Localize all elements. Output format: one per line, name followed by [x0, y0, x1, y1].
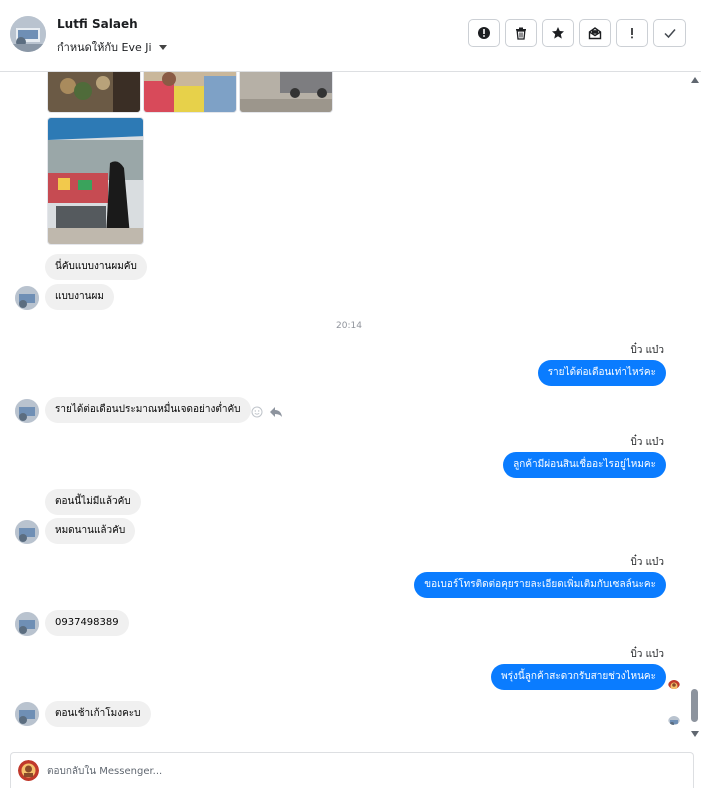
- incoming-message[interactable]: แบบงานผม: [45, 284, 114, 310]
- alert-circle-icon: [478, 27, 490, 39]
- check-icon: [663, 29, 676, 39]
- message-thread: นี่คับแบบงานผมคับ แบบงานผม 20:14 บิ๋ว แบ…: [0, 72, 701, 748]
- chevron-down-icon: [158, 44, 167, 50]
- shared-photo[interactable]: [47, 72, 141, 113]
- mark-spam-button[interactable]: [468, 19, 500, 47]
- shared-photo[interactable]: [47, 117, 144, 245]
- trash-icon: [516, 27, 526, 40]
- scroll-up-arrow-icon[interactable]: [691, 77, 699, 83]
- outgoing-message[interactable]: ลูกค้ามีผ่อนสินเชื่ออะไรอยู่ไหมคะ: [503, 452, 666, 478]
- thread-scrollbar[interactable]: [688, 72, 701, 748]
- scroll-thumb[interactable]: [691, 689, 698, 722]
- sender-avatar: [15, 286, 39, 310]
- sender-name: บิ๋ว แบ๋ว: [630, 557, 664, 568]
- sender-avatar: [15, 702, 39, 726]
- seen-avatar: [668, 713, 680, 725]
- sender-name: บิ๋ว แบ๋ว: [630, 345, 664, 356]
- scroll-down-arrow-icon[interactable]: [691, 731, 699, 737]
- incoming-message[interactable]: นี่คับแบบงานผมคับ: [45, 254, 147, 280]
- star-icon: [552, 27, 564, 39]
- conversation-toolbar: [468, 19, 686, 47]
- shared-photo[interactable]: [143, 72, 237, 113]
- seen-avatar: [668, 677, 680, 689]
- reply-composer: [10, 752, 694, 788]
- incoming-message[interactable]: รายได้ต่อเดือนประมาณหมื่นเจดอย่างต่ำคับ: [45, 397, 251, 423]
- assign-dropdown[interactable]: กำหนดให้กับ Eve Ji: [57, 38, 167, 56]
- outgoing-message[interactable]: รายได้ต่อเดือนเท่าไหร่คะ: [537, 360, 666, 386]
- exclamation-icon: [631, 28, 633, 39]
- sender-avatar: [15, 612, 39, 636]
- reply-icon[interactable]: [269, 406, 283, 418]
- incoming-message[interactable]: หมดนานแล้วคับ: [45, 518, 136, 544]
- mark-done-button[interactable]: [653, 19, 686, 47]
- sender-name: บิ๋ว แบ๋ว: [630, 437, 664, 448]
- outgoing-message[interactable]: พรุ่งนี้ลูกค้าสะดวกรับสายช่วงไหนคะ: [491, 664, 666, 690]
- smiley-icon[interactable]: [251, 406, 263, 418]
- mail-icon: [588, 27, 602, 40]
- star-button[interactable]: [542, 19, 574, 47]
- conversation-header: Lutfi Salaeh กำหนดให้กับ Eve Ji: [0, 0, 701, 72]
- follow-up-button[interactable]: [616, 19, 648, 47]
- reply-input[interactable]: [47, 762, 647, 780]
- outgoing-message[interactable]: ขอเบอร์โทรติดต่อคุยรายละเอียดเพิ่มเติมกั…: [414, 572, 666, 598]
- sender-avatar: [15, 399, 39, 423]
- incoming-message[interactable]: 0937498389: [45, 610, 129, 636]
- sender-avatar: [15, 520, 39, 544]
- incoming-message[interactable]: ตอนนี้ไม่มีแล้วคับ: [45, 489, 141, 515]
- incoming-message[interactable]: ตอนเช้าเก้าโมงคะบ: [45, 701, 151, 727]
- mark-unread-button[interactable]: [579, 19, 611, 47]
- page-avatar: [18, 760, 39, 781]
- sender-name: บิ๋ว แบ๋ว: [630, 649, 664, 660]
- message-actions: [251, 406, 283, 418]
- contact-name[interactable]: Lutfi Salaeh: [57, 17, 138, 31]
- assign-label: กำหนดให้กับ Eve Ji: [57, 41, 152, 54]
- contact-avatar[interactable]: [10, 16, 46, 52]
- shared-photo[interactable]: [239, 72, 333, 113]
- message-timestamp: 20:14: [336, 321, 362, 331]
- delete-button[interactable]: [505, 19, 537, 47]
